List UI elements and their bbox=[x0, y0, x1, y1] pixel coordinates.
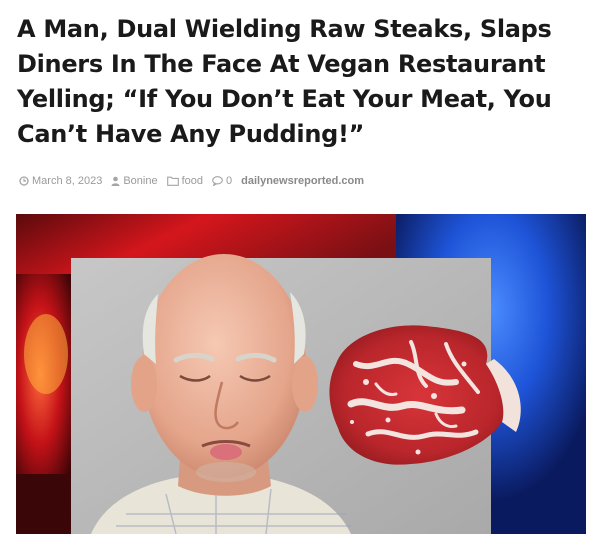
meta-author[interactable]: Bonine bbox=[111, 175, 158, 187]
man-right-ear bbox=[292, 356, 318, 412]
man-chin-stubble bbox=[196, 462, 256, 482]
meta-author-text[interactable]: Bonine bbox=[123, 175, 157, 187]
amber-light-glow bbox=[24, 314, 68, 394]
meta-comments[interactable]: 0 bbox=[212, 175, 232, 187]
article-featured-image[interactable] bbox=[16, 214, 586, 534]
headline-line-2[interactable]: Diners In The Face At Vegan Restaurant bbox=[17, 47, 587, 82]
meta-source[interactable]: dailynewsreported.com bbox=[241, 175, 364, 187]
meta-category-text[interactable]: food bbox=[182, 175, 203, 187]
article-headline[interactable]: A Man, Dual Wielding Raw Steaks, Slaps D… bbox=[17, 12, 587, 152]
article-meta: March 8, 2023 Bonine food 0 dailynewsrep… bbox=[19, 175, 373, 187]
headline-line-4[interactable]: Can’t Have Any Pudding!” bbox=[17, 117, 587, 152]
meta-date-text: March 8, 2023 bbox=[32, 175, 103, 187]
headline-line-3[interactable]: Yelling; “If You Don’t Eat Your Meat, Yo… bbox=[17, 82, 587, 117]
comment-icon bbox=[212, 176, 223, 186]
meta-date: March 8, 2023 bbox=[19, 175, 102, 187]
meta-category[interactable]: food bbox=[166, 175, 203, 187]
headline-line-1[interactable]: A Man, Dual Wielding Raw Steaks, Slaps bbox=[17, 12, 587, 47]
man-left-ear bbox=[131, 356, 157, 412]
clock-icon bbox=[19, 176, 29, 186]
featured-image-illustration bbox=[16, 214, 586, 534]
folder-icon bbox=[166, 176, 179, 186]
meta-comments-count[interactable]: 0 bbox=[226, 175, 232, 187]
article-card: A Man, Dual Wielding Raw Steaks, Slaps D… bbox=[0, 0, 600, 534]
man-tongue bbox=[210, 444, 242, 460]
user-icon bbox=[111, 176, 120, 186]
